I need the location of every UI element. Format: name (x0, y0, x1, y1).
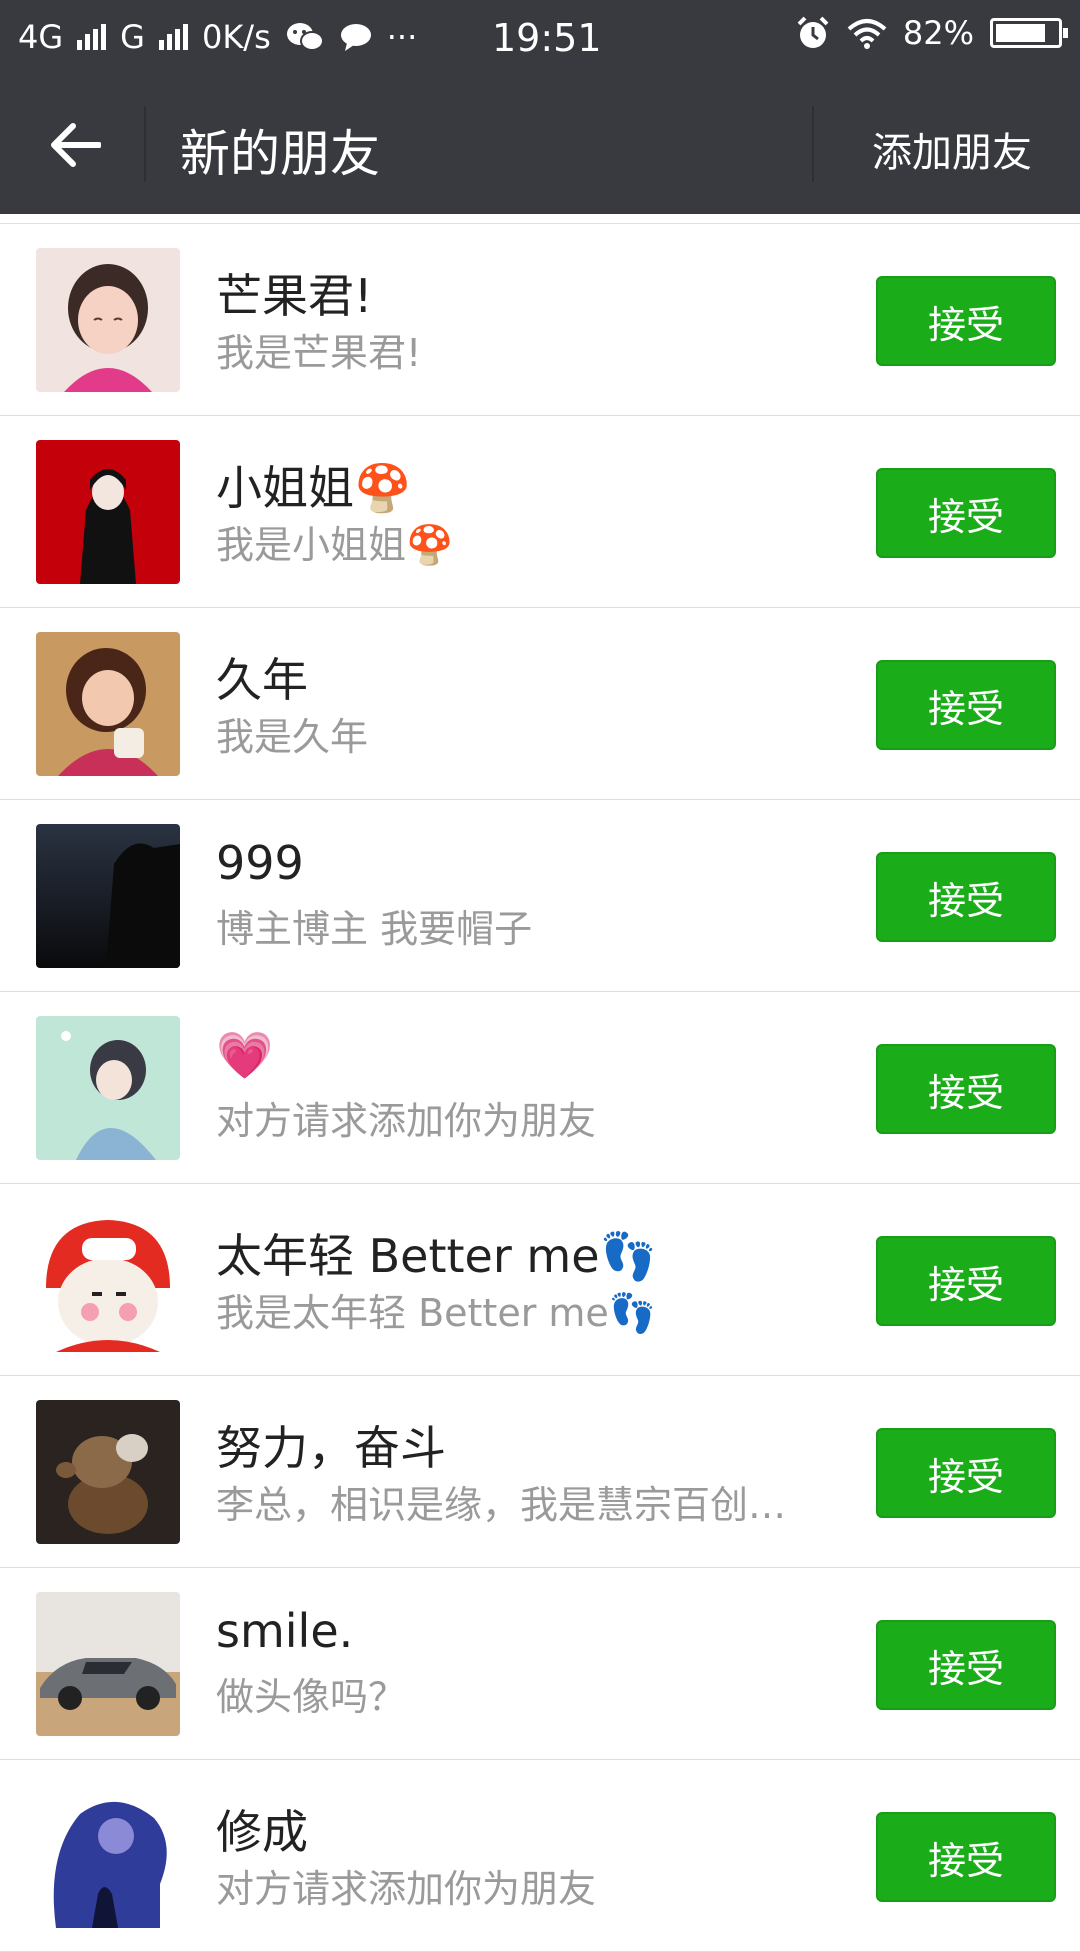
friend-message: 博主博主 我要帽子 (216, 907, 533, 951)
status-bar: 4G G 0K/s ··· 19:51 82% (0, 0, 1080, 74)
add-friend-button[interactable]: 添加朋友 (872, 120, 1032, 178)
signal-icon (77, 24, 107, 50)
silhouette-art-avatar[interactable] (36, 1784, 180, 1928)
friend-message: 我是芒果君! (216, 331, 422, 375)
accept-button[interactable]: 接受 (876, 276, 1056, 366)
friend-request-row[interactable]: 💗 对方请求添加你为朋友 接受 (0, 992, 1080, 1184)
nav-divider (144, 106, 146, 182)
signal-icon-2 (158, 24, 188, 50)
network-g-label: G (120, 18, 145, 56)
friend-name: 久年 (216, 653, 308, 707)
friend-message: 对方请求添加你为朋友 (216, 1099, 597, 1143)
friend-name: smile. (216, 1604, 354, 1658)
illustrated-girl-avatar[interactable] (36, 440, 180, 584)
nav-divider-right (812, 106, 814, 182)
accept-button[interactable]: 接受 (876, 852, 1056, 942)
list-top-divider (0, 214, 1080, 224)
accept-button[interactable]: 接受 (876, 1812, 1056, 1902)
friend-name: 小姐姐🍄 (216, 461, 412, 515)
page-title: 新的朋友 (180, 125, 380, 183)
accept-button[interactable]: 接受 (876, 660, 1056, 750)
more-indicator: ··· (386, 18, 418, 56)
accept-button[interactable]: 接受 (876, 1428, 1056, 1518)
friend-request-row[interactable]: 999 博主博主 我要帽子 接受 (0, 800, 1080, 992)
friend-name: 999 (216, 836, 304, 890)
friend-message: 我是小姐姐🍄 (216, 523, 454, 567)
friend-request-row[interactable]: 太年轻 Better me👣 我是太年轻 Better me👣 接受 (0, 1184, 1080, 1376)
battery-icon (990, 18, 1068, 48)
nav-bar: 新的朋友 添加朋友 (0, 74, 1080, 214)
friend-request-row[interactable]: 修成 对方请求添加你为朋友 接受 (0, 1760, 1080, 1952)
car-avatar[interactable] (36, 1592, 180, 1736)
cartoon-helmet-avatar[interactable] (36, 1208, 180, 1352)
friend-name: 努力，奋斗 (216, 1421, 446, 1475)
friend-name: 芒果君! (216, 269, 373, 323)
girl-photo-avatar[interactable] (36, 248, 180, 392)
friend-request-row[interactable]: 芒果君! 我是芒果君! 接受 (0, 224, 1080, 416)
accept-button[interactable]: 接受 (876, 1236, 1056, 1326)
wifi-icon (847, 19, 887, 49)
chat-bubble-icon (340, 24, 371, 51)
friend-request-row[interactable]: 久年 我是久年 接受 (0, 608, 1080, 800)
statue-avatar[interactable] (36, 1400, 180, 1544)
network-speed: 0K/s (201, 18, 271, 56)
friend-message: 我是久年 (216, 715, 369, 759)
friend-message: 我是太年轻 Better me👣 (216, 1291, 657, 1335)
battery-percent: 82% (902, 14, 974, 52)
friend-message: 李总，相识是缘，我是慧宗百创… (216, 1483, 787, 1527)
friend-message: 对方请求添加你为朋友 (216, 1867, 597, 1911)
network-4g-label: 4G (18, 18, 64, 56)
dark-landscape-avatar[interactable] (36, 824, 180, 968)
accept-button[interactable]: 接受 (876, 1044, 1056, 1134)
child-photo-avatar[interactable] (36, 632, 180, 776)
alarm-icon (797, 16, 829, 48)
friend-request-row[interactable]: 努力，奋斗 李总，相识是缘，我是慧宗百创… 接受 (0, 1376, 1080, 1568)
wechat-icon (286, 23, 324, 51)
friend-request-row[interactable]: smile. 做头像吗？ 接受 (0, 1568, 1080, 1760)
anime-boy-avatar[interactable] (36, 1016, 180, 1160)
friend-message: 做头像吗？ (216, 1675, 407, 1719)
friend-request-list: 芒果君! 我是芒果君! 接受 小姐姐🍄 我是小姐姐🍄 接受 久年 我是久年 接受… (0, 214, 1080, 1952)
clock: 19:51 (492, 16, 602, 60)
friend-name: 太年轻 Better me👣 (216, 1229, 657, 1283)
friend-name: 修成 (216, 1805, 308, 1859)
friend-request-row[interactable]: 小姐姐🍄 我是小姐姐🍄 接受 (0, 416, 1080, 608)
accept-button[interactable]: 接受 (876, 468, 1056, 558)
friend-name: 💗 (216, 1028, 274, 1082)
accept-button[interactable]: 接受 (876, 1620, 1056, 1710)
back-arrow-icon[interactable] (40, 110, 110, 180)
